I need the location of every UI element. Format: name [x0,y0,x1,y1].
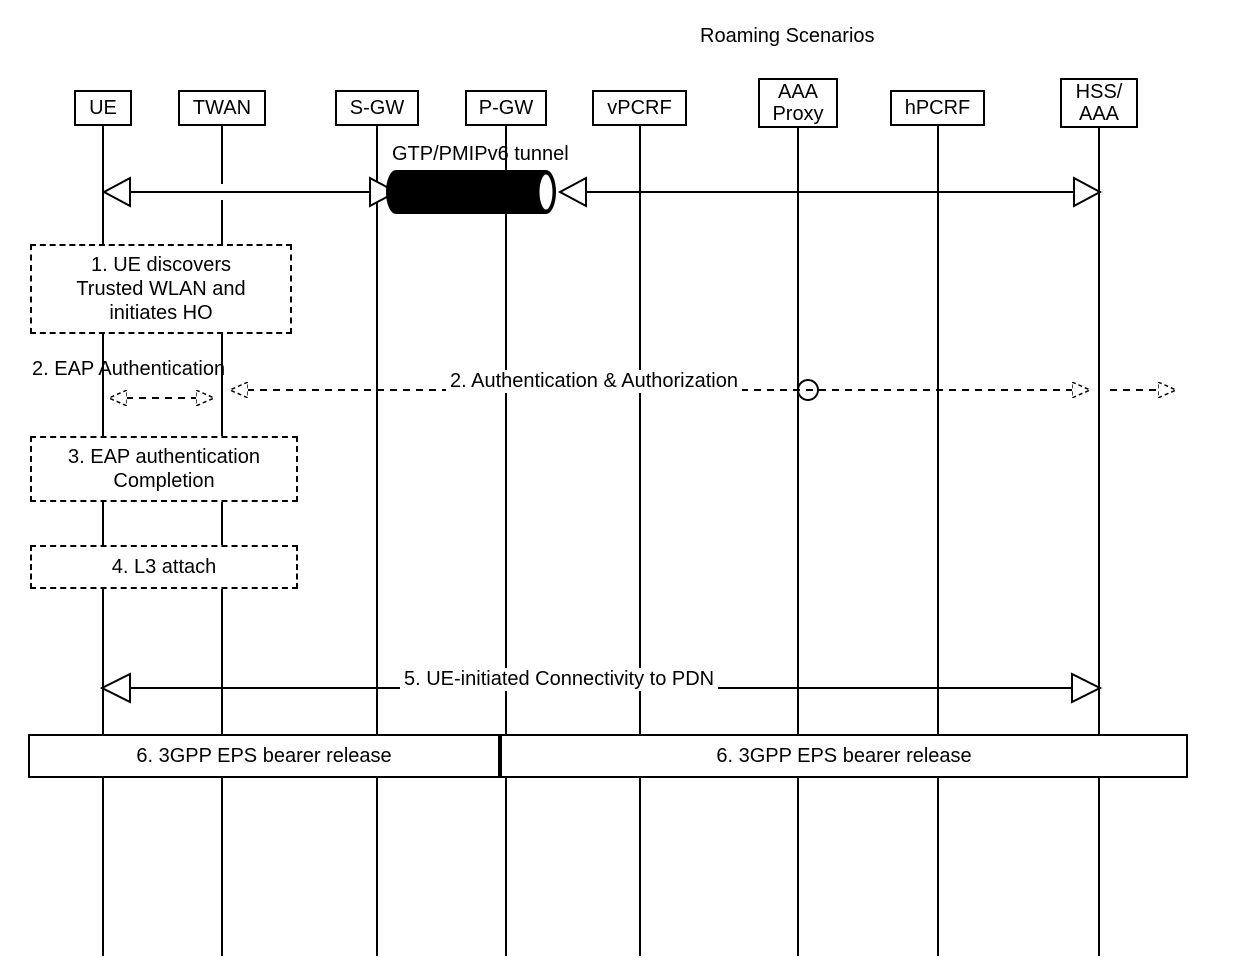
step-6b-label: 6. 3GPP EPS bearer release [716,745,971,768]
step-5-label: 5. UE-initiated Connectivity to PDN [400,668,718,691]
step-3-label: 3. EAP authentication Completion [40,445,288,493]
lifeline-hpcrf: hPCRF [890,90,985,126]
step-5-label-txt: 5. UE-initiated Connectivity to PDN [404,668,714,690]
lifeline-twan: TWAN [178,90,266,126]
step-2b-label: 2. Authentication & Authorization [446,370,742,393]
lifeline-aaa-proxy-label: AAA Proxy [766,81,830,125]
lifeline-hss-aaa-label: HSS/ AAA [1068,81,1130,125]
step-6b-box: 6. 3GPP EPS bearer release [500,734,1188,778]
lifeline-pgw-label: P-GW [473,97,539,119]
lifeline-ue-label: UE [82,97,124,119]
step-4-label: 4. L3 attach [40,555,288,579]
lifeline-line-hss-aaa [1098,128,1100,956]
lifeline-sgw-label: S-GW [343,97,411,119]
lifeline-line-aaa-proxy [797,128,799,956]
step-6a-label: 6. 3GPP EPS bearer release [136,745,391,768]
lifeline-line-hpcrf [937,126,939,956]
step-1-label: 1. UE discovers Trusted WLAN and initiat… [40,253,282,325]
lifeline-vpcrf: vPCRF [592,90,687,126]
sequence-diagram: Roaming Scenarios UE TWAN S-GW P-GW vPCR… [0,0,1240,973]
lifeline-line-vpcrf [639,126,641,956]
tunnel-label: GTP/PMIPv6 tunnel [392,143,569,166]
lifeline-hpcrf-label: hPCRF [898,97,977,119]
lifeline-line-sgw [376,126,378,956]
step-4-box: 4. L3 attach [30,545,298,589]
step-3-box: 3. EAP authentication Completion [30,436,298,502]
lifeline-sgw: S-GW [335,90,419,126]
lifeline-ue: UE [74,90,132,126]
step-2a-label: 2. EAP Authentication [32,358,225,381]
lifeline-hss-aaa: HSS/ AAA [1060,78,1138,128]
lifeline-twan-label: TWAN [186,97,258,119]
lifeline-vpcrf-label: vPCRF [600,97,679,119]
lifeline-line-pgw [505,126,507,956]
diagram-title: Roaming Scenarios [700,25,875,48]
lifeline-aaa-proxy: AAA Proxy [758,78,838,128]
step-1-box: 1. UE discovers Trusted WLAN and initiat… [30,244,292,334]
step-6a-box: 6. 3GPP EPS bearer release [28,734,500,778]
lifeline-pgw: P-GW [465,90,547,126]
